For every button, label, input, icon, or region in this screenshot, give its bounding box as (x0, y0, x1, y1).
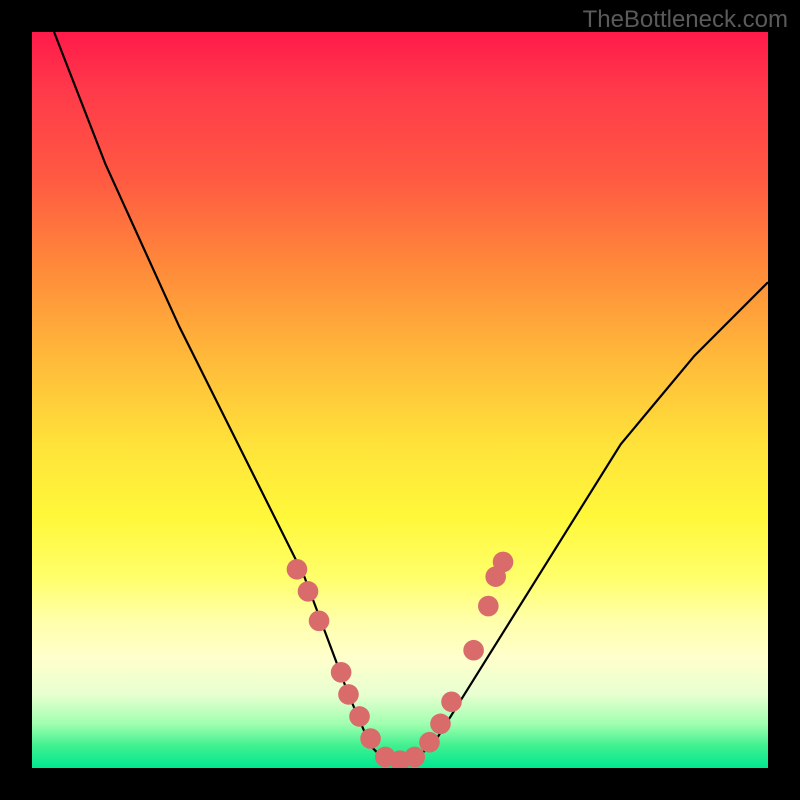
highlight-marker (360, 728, 381, 749)
highlight-marker (404, 747, 425, 768)
highlight-marker (463, 640, 484, 661)
chart-plot-area (32, 32, 768, 768)
highlight-marker (478, 596, 499, 617)
highlight-marker (338, 684, 359, 705)
highlight-marker (349, 706, 370, 727)
highlight-marker (331, 662, 352, 683)
highlight-marker (493, 552, 514, 573)
bottleneck-curve-path (54, 32, 768, 761)
highlight-marker (430, 714, 451, 735)
highlight-marker (441, 691, 462, 712)
watermark-text: TheBottleneck.com (583, 6, 788, 34)
highlight-marker (287, 559, 308, 580)
highlight-markers-group (287, 552, 514, 768)
chart-svg (32, 32, 768, 768)
highlight-marker (309, 610, 330, 631)
highlight-marker (298, 581, 319, 602)
highlight-marker (419, 732, 440, 753)
